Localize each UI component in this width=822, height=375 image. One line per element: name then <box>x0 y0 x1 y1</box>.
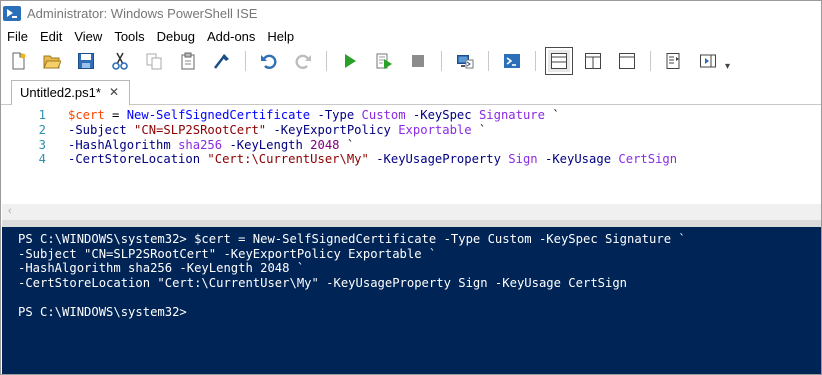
tab-close-icon[interactable]: ✕ <box>109 85 119 99</box>
toolbar: ▾ <box>1 46 821 76</box>
powershell-ise-icon <box>3 5 21 21</box>
undo-icon[interactable] <box>258 50 280 72</box>
show-script-pane-maximized-icon[interactable] <box>616 50 638 72</box>
line-number: 3 <box>38 138 46 152</box>
code-token: sha256 <box>178 138 223 152</box>
code-token: CertSign <box>618 152 678 166</box>
new-file-icon[interactable] <box>7 50 29 72</box>
console-pane[interactable]: PS C:\WINDOWS\system32> $cert = New-Self… <box>2 227 821 374</box>
code-token: Sign <box>508 152 538 166</box>
cut-icon[interactable] <box>109 50 131 72</box>
code-token: Exportable <box>398 123 472 137</box>
editor-line: 2 -Subject "CN=SLP2SRootCert" -KeyExport… <box>2 123 487 138</box>
code-token: -HashAlgorithm <box>68 138 171 152</box>
code-token: "Cert:\CurrentUser\My" <box>207 152 369 166</box>
powershell-ise-window: Administrator: Windows PowerShell ISE Fi… <box>0 0 822 375</box>
menu-tools[interactable]: Tools <box>108 29 150 44</box>
code-token: -KeyUsageProperty <box>376 152 501 166</box>
window-title: Administrator: Windows PowerShell ISE <box>27 5 258 21</box>
code-token: -KeyUsage <box>545 152 612 166</box>
code-token: -KeyLength <box>229 138 303 152</box>
code-line: -HashAlgorithm sha256 -KeyLength 2048 ` <box>68 138 354 152</box>
toolbar-separator <box>326 51 327 71</box>
line-number: 2 <box>38 123 46 137</box>
code-token: New-SelfSignedCertificate <box>126 108 311 122</box>
copy-icon[interactable] <box>143 50 165 72</box>
code-token: -KeySpec <box>412 108 472 122</box>
pane-splitter[interactable] <box>2 220 821 227</box>
code-token: -Subject <box>68 123 127 137</box>
run-script-icon[interactable] <box>339 50 361 72</box>
menu-view[interactable]: View <box>68 29 108 44</box>
code-line: -Subject "CN=SLP2SRootCert" -KeyExportPo… <box>68 123 486 137</box>
code-token: "CN=SLP2SRootCert" <box>134 123 267 137</box>
run-selection-icon[interactable] <box>373 50 395 72</box>
toolbar-separator <box>650 51 651 71</box>
code-token: ` <box>339 138 355 152</box>
toolbar-separator <box>488 51 489 71</box>
show-command-addon-icon[interactable] <box>697 50 719 72</box>
tab-label: Untitled2.ps1* <box>20 85 101 100</box>
editor-line: 4 -CertStoreLocation "Cert:\CurrentUser\… <box>2 152 677 167</box>
toolbar-separator <box>441 51 442 71</box>
show-command-window-icon[interactable] <box>663 50 685 72</box>
paste-icon[interactable] <box>177 50 199 72</box>
menu-help[interactable]: Help <box>261 29 300 44</box>
editor-line: 1 $cert = New-SelfSignedCertificate -Typ… <box>2 108 560 123</box>
code-token: -CertStoreLocation <box>68 152 201 166</box>
code-token: ` <box>471 123 487 137</box>
line-number: 1 <box>38 108 46 122</box>
script-tab-strip: Untitled2.ps1* ✕ <box>1 79 821 106</box>
editor-horizontal-scrollbar[interactable]: ‹ <box>2 204 821 220</box>
code-line: -CertStoreLocation "Cert:\CurrentUser\My… <box>68 152 677 166</box>
save-icon[interactable] <box>75 50 97 72</box>
code-token: Signature <box>478 108 545 122</box>
code-token: = <box>104 108 127 122</box>
console-prompt: PS C:\WINDOWS\system32> <box>18 305 187 319</box>
stop-icon[interactable] <box>407 50 429 72</box>
code-token: $cert <box>68 108 105 122</box>
scroll-left-icon[interactable]: ‹ <box>8 205 12 217</box>
editor-line: 3 -HashAlgorithm sha256 -KeyLength 2048 … <box>2 138 355 153</box>
title-bar[interactable]: Administrator: Windows PowerShell ISE <box>1 1 821 25</box>
toolbar-separator <box>535 51 536 71</box>
script-editor[interactable]: 1 $cert = New-SelfSignedCertificate -Typ… <box>2 105 821 217</box>
code-token: 2048 <box>310 138 340 152</box>
clear-console-icon[interactable] <box>211 50 233 72</box>
code-token: -KeyExportPolicy <box>273 123 391 137</box>
console-line: -HashAlgorithm sha256 -KeyLength 2048 ` <box>18 261 305 275</box>
menu-bar: File Edit View Tools Debug Add-ons Help <box>1 26 821 46</box>
menu-debug[interactable]: Debug <box>151 29 201 44</box>
show-script-pane-right-icon[interactable] <box>582 50 604 72</box>
console-line: -CertStoreLocation "Cert:\CurrentUser\My… <box>18 276 628 290</box>
menu-edit[interactable]: Edit <box>34 29 68 44</box>
code-line: $cert = New-SelfSignedCertificate -Type … <box>68 108 560 122</box>
menu-add-ons[interactable]: Add-ons <box>201 29 261 44</box>
line-number: 4 <box>38 152 46 166</box>
toolbar-overflow-chevron-icon[interactable]: ▾ <box>725 61 730 72</box>
code-token: Custom <box>361 108 406 122</box>
code-token: ` <box>544 108 560 122</box>
console-line: -Subject "CN=SLP2SRootCert" -KeyExportPo… <box>18 247 437 261</box>
console-line: PS C:\WINDOWS\system32> $cert = New-Self… <box>18 232 686 246</box>
remote-powershell-tab-icon[interactable] <box>454 50 476 72</box>
start-powershell-exe-icon[interactable] <box>501 50 523 72</box>
toolbar-separator <box>245 51 246 71</box>
show-script-pane-top-icon[interactable] <box>545 47 573 75</box>
code-token: -Type <box>317 108 355 122</box>
open-file-icon[interactable] <box>41 50 63 72</box>
redo-icon[interactable] <box>292 50 314 72</box>
menu-file[interactable]: File <box>1 29 34 44</box>
tab-untitled2[interactable]: Untitled2.ps1* ✕ <box>11 80 131 106</box>
